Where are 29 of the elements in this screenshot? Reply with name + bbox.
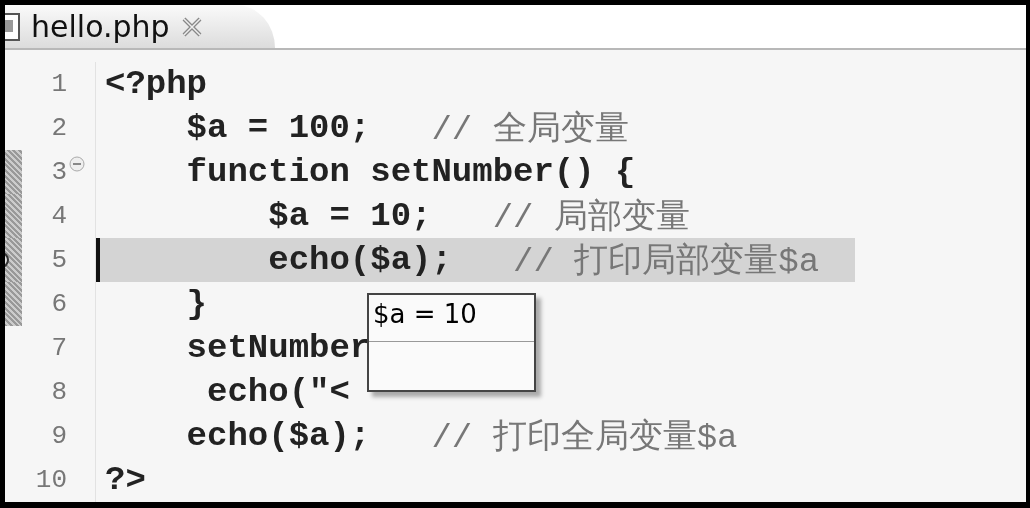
code-text: $a = 10; xyxy=(267,197,432,235)
editor-tab[interactable]: hello.php xyxy=(5,5,275,48)
code-text: setNumber xyxy=(185,329,371,367)
code-comment: // 局部变量 xyxy=(492,197,690,239)
code-text: } xyxy=(185,285,208,323)
line-number: 2 xyxy=(51,113,67,143)
code-comment: // 全局变量 xyxy=(431,109,629,151)
tooltip-text: $a = 10 xyxy=(369,295,534,342)
code-text: echo($a); xyxy=(185,417,371,455)
line-number: 1 xyxy=(51,69,67,99)
code-text: <?php xyxy=(105,65,208,103)
code-comment: // 打印局部变量$a xyxy=(513,241,820,283)
code-comment: // 打印全局变量$a xyxy=(431,417,738,459)
line-number: 6 xyxy=(51,289,67,319)
code-text: ?> xyxy=(105,461,146,499)
code-text: $a = 100; xyxy=(185,109,371,147)
line-number: 7 xyxy=(51,333,67,363)
line-number: 10 xyxy=(35,465,67,495)
code-text: function setNumber() { xyxy=(185,153,636,191)
line-number: 5 xyxy=(51,245,67,275)
code-text: echo($a); xyxy=(267,241,452,279)
line-number: 8 xyxy=(51,377,67,407)
code-text: echo("< xyxy=(206,373,350,411)
php-file-icon xyxy=(5,11,21,42)
line-number: 9 xyxy=(51,421,67,451)
tab-title: hello.php xyxy=(31,9,170,44)
line-number: 3 xyxy=(51,157,67,187)
fold-icon[interactable] xyxy=(69,156,85,172)
line-number: 4 xyxy=(51,201,67,231)
